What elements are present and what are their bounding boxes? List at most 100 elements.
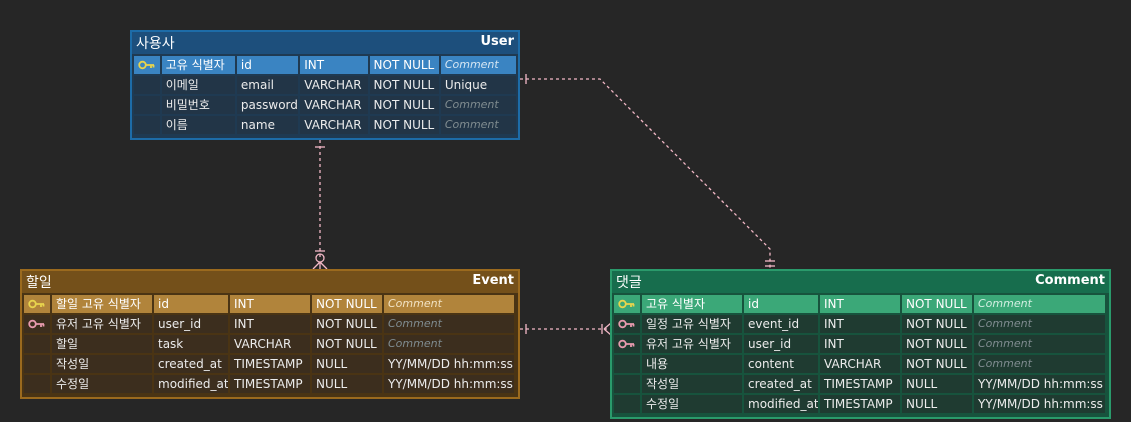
column-row[interactable]: 고유 식별자 id INT NOT NULL Comment xyxy=(134,56,516,74)
column-logical: 작성일 xyxy=(52,355,152,373)
column-physical: created_at xyxy=(154,355,228,373)
comment-entity[interactable]: 댓글 Comment 고유 식별자 id INT NOT NULL Comment 일정 … xyxy=(610,269,1111,419)
column-row[interactable]: 작성일 created_at TIMESTAMP NULL YY/MM/DD hh:mm… xyxy=(614,375,1107,393)
column-nullable: NOT NULL xyxy=(312,315,382,333)
column-row[interactable]: 이름 name VARCHAR NOT NULL Comment xyxy=(134,116,516,134)
foreign-key-icon xyxy=(614,335,640,353)
key-cell xyxy=(24,335,50,353)
column-nullable: NULL xyxy=(902,395,972,413)
column-logical: 이메일 xyxy=(161,76,235,94)
column-comment: Unique xyxy=(440,76,516,94)
event-entity-header[interactable]: 할일 Event xyxy=(22,271,518,293)
column-physical: modified_at xyxy=(154,375,228,393)
column-comment: YY/MM/DD hh:mm:ss xyxy=(974,395,1105,413)
column-physical: created_at xyxy=(744,375,818,393)
key-cell xyxy=(24,375,50,393)
column-physical: user_id xyxy=(744,335,818,353)
column-comment: Comment xyxy=(974,295,1105,313)
foreign-key-icon xyxy=(24,315,50,333)
column-row[interactable]: 유저 고유 식별자 user_id INT NOT NULL Comment xyxy=(614,335,1107,353)
column-row[interactable]: 비밀번호 password VARCHAR NOT NULL Comment xyxy=(134,96,516,114)
column-logical: 할일 xyxy=(52,335,152,353)
column-row[interactable]: 할일 task VARCHAR NOT NULL Comment xyxy=(24,335,516,353)
column-physical: task xyxy=(154,335,228,353)
event-entity[interactable]: 할일 Event 할일 고유 식별자 id INT NOT NULL Comment 유저… xyxy=(20,269,520,399)
column-type: TIMESTAMP xyxy=(230,375,310,393)
column-row[interactable]: 할일 고유 식별자 id INT NOT NULL Comment xyxy=(24,295,516,313)
column-comment: Comment xyxy=(974,315,1105,333)
column-physical: id xyxy=(154,295,228,313)
column-logical: 수정일 xyxy=(642,395,742,413)
foreign-key-icon xyxy=(614,315,640,333)
column-row[interactable]: 유저 고유 식별자 user_id INT NOT NULL Comment xyxy=(24,315,516,333)
primary-key-icon xyxy=(614,295,640,313)
column-comment: Comment xyxy=(974,355,1105,373)
column-comment: Comment xyxy=(974,335,1105,353)
column-comment: Comment xyxy=(440,116,516,134)
column-row[interactable]: 일정 고유 식별자 event_id INT NOT NULL Comment xyxy=(614,315,1107,333)
column-type: INT xyxy=(230,295,310,313)
event-physical-name: Event xyxy=(472,273,514,288)
column-logical: 이름 xyxy=(161,116,235,134)
column-logical: 내용 xyxy=(642,355,742,373)
column-type: INT xyxy=(820,335,900,353)
rel-user-comment xyxy=(520,78,771,269)
column-logical: 일정 고유 식별자 xyxy=(642,315,742,333)
column-type: TIMESTAMP xyxy=(230,355,310,373)
primary-key-icon xyxy=(134,56,160,74)
comment-entity-header[interactable]: 댓글 Comment xyxy=(612,271,1109,293)
column-physical: user_id xyxy=(154,315,228,333)
user-logical-name: 사용사 xyxy=(136,36,175,52)
column-physical: event_id xyxy=(744,315,818,333)
column-nullable: NOT NULL xyxy=(312,295,382,313)
column-logical: 수정일 xyxy=(52,375,152,393)
column-nullable: NOT NULL xyxy=(369,76,439,94)
user-entity-header[interactable]: 사용사 User xyxy=(132,32,518,54)
key-cell xyxy=(24,355,50,373)
column-row[interactable]: 내용 content VARCHAR NOT NULL Comment xyxy=(614,355,1107,373)
column-physical: id xyxy=(744,295,818,313)
column-logical: 유저 고유 식별자 xyxy=(642,335,742,353)
column-physical: content xyxy=(744,355,818,373)
column-logical: 고유 식별자 xyxy=(161,56,235,74)
user-entity[interactable]: 사용사 User 고유 식별자 id INT NOT NULL Comment 이메일 em… xyxy=(130,30,520,140)
column-type: TIMESTAMP xyxy=(820,395,900,413)
column-logical: 작성일 xyxy=(642,375,742,393)
user-physical-name: User xyxy=(480,34,514,49)
column-logical: 유저 고유 식별자 xyxy=(52,315,152,333)
column-row[interactable]: 이메일 email VARCHAR NOT NULL Unique xyxy=(134,76,516,94)
column-nullable: NOT NULL xyxy=(369,116,439,134)
column-type: INT xyxy=(820,315,900,333)
column-row[interactable]: 작성일 created_at TIMESTAMP NULL YY/MM/DD hh:mm… xyxy=(24,355,516,373)
column-physical: modified_at xyxy=(744,395,818,413)
key-cell xyxy=(614,355,640,373)
column-type: TIMESTAMP xyxy=(820,375,900,393)
column-row[interactable]: 고유 식별자 id INT NOT NULL Comment xyxy=(614,295,1107,313)
column-type: VARCHAR xyxy=(230,335,310,353)
column-physical: name xyxy=(236,116,299,134)
column-type: INT xyxy=(300,56,368,74)
column-comment: Comment xyxy=(384,335,514,353)
column-row[interactable]: 수정일 modified_at TIMESTAMP NULL YY/MM/DD hh:m… xyxy=(614,395,1107,413)
column-type: INT xyxy=(230,315,310,333)
column-comment: YY/MM/DD hh:mm:ss xyxy=(974,375,1105,393)
column-physical: password xyxy=(236,96,299,114)
user-columns: 고유 식별자 id INT NOT NULL Comment 이메일 email VARCHA… xyxy=(132,54,518,138)
column-type: VARCHAR xyxy=(300,116,368,134)
key-cell xyxy=(134,76,160,94)
event-columns: 할일 고유 식별자 id INT NOT NULL Comment 유저 고유 식별자 us… xyxy=(22,293,518,397)
comment-columns: 고유 식별자 id INT NOT NULL Comment 일정 고유 식별자 event… xyxy=(612,293,1109,417)
comment-physical-name: Comment xyxy=(1035,273,1105,288)
column-type: VARCHAR xyxy=(300,76,368,94)
column-comment: Comment xyxy=(440,56,516,74)
key-cell xyxy=(614,395,640,413)
column-nullable: NULL xyxy=(902,375,972,393)
column-row[interactable]: 수정일 modified_at TIMESTAMP NULL YY/MM/DD hh:m… xyxy=(24,375,516,393)
event-logical-name: 할일 xyxy=(26,275,52,291)
column-type: INT xyxy=(820,295,900,313)
column-logical: 고유 식별자 xyxy=(642,295,742,313)
column-nullable: NOT NULL xyxy=(902,295,972,313)
column-nullable: NULL xyxy=(312,355,382,373)
column-comment: Comment xyxy=(384,315,514,333)
column-nullable: NULL xyxy=(312,375,382,393)
